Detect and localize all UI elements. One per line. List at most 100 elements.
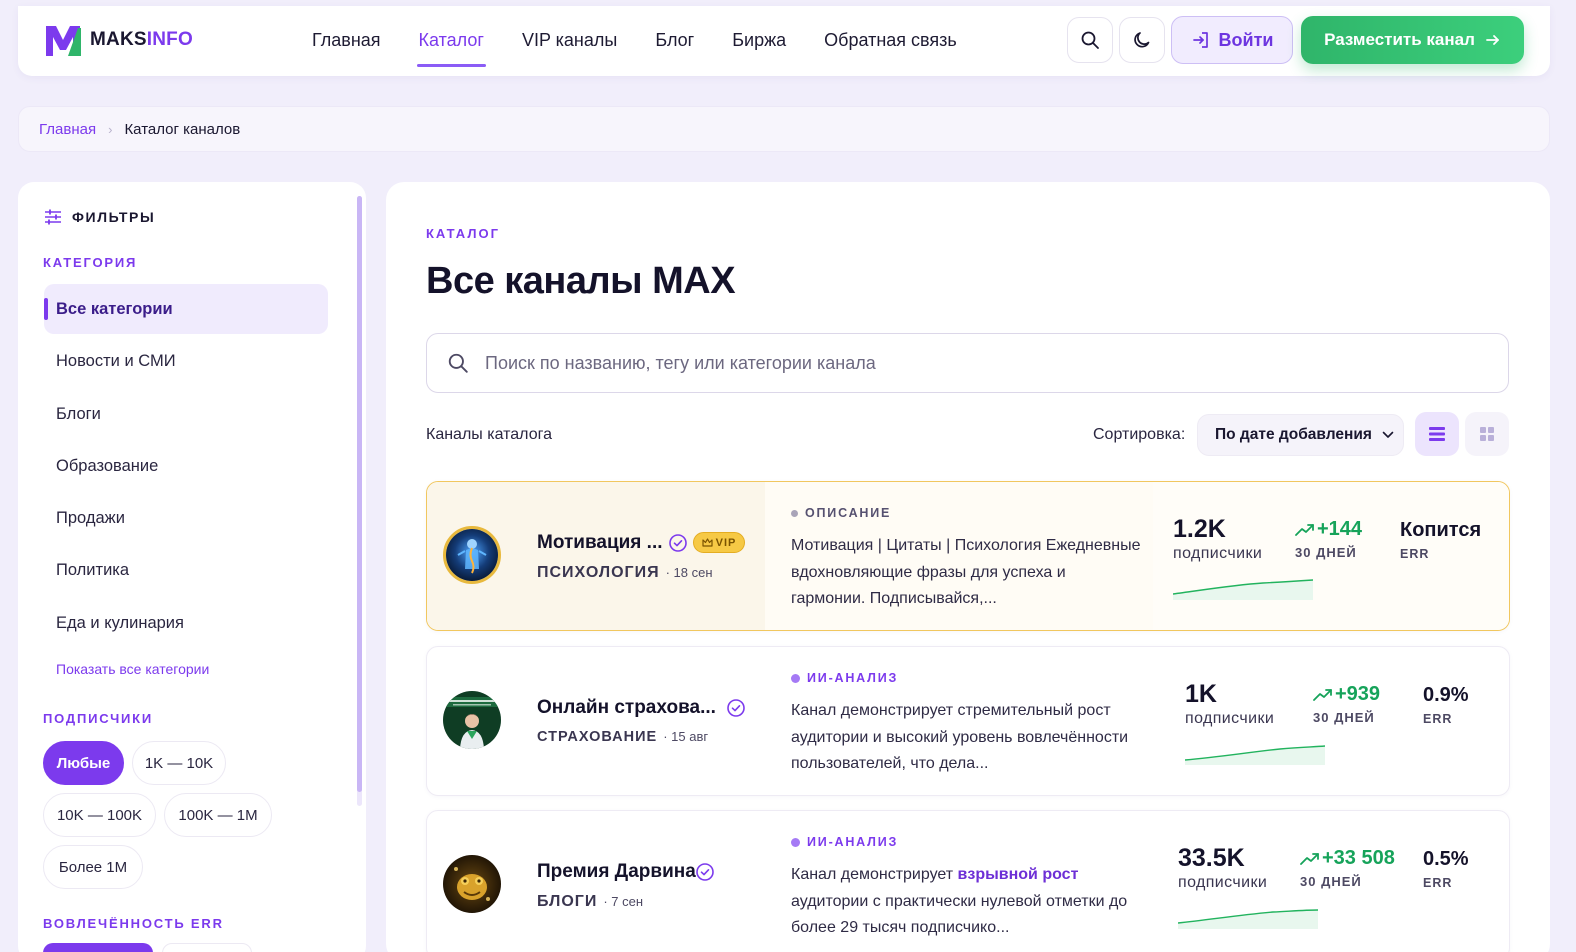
- filters-sidebar: ФИЛЬТРЫ КАТЕГОРИЯ Все категории Новости …: [18, 182, 366, 952]
- engagement-chip-any[interactable]: [43, 943, 153, 952]
- nav-exchange[interactable]: Биржа: [732, 6, 786, 76]
- engagement-section-label: ВОВЛЕЧЁННОСТЬ ERR: [43, 916, 224, 931]
- catalog-search[interactable]: [426, 333, 1509, 393]
- sort-select[interactable]: По дате добавления: [1197, 414, 1404, 456]
- channel-avatar: [443, 855, 501, 913]
- dot-icon: [791, 837, 800, 847]
- nav-catalog[interactable]: Каталог: [416, 6, 487, 76]
- place-channel-button[interactable]: Разместить канал: [1301, 16, 1524, 64]
- nav-home[interactable]: Главная: [312, 6, 381, 76]
- growth-period-label: 30 ДНЕЙ: [1295, 545, 1357, 560]
- growth-sparkline: [1185, 745, 1325, 765]
- verified-icon: [727, 699, 745, 717]
- growth-sparkline: [1178, 909, 1318, 929]
- sort-label: Сортировка:: [1093, 426, 1186, 443]
- logo[interactable]: MAKSINFO: [44, 22, 193, 58]
- breadcrumb: Главная › Каталог каналов: [18, 106, 1550, 152]
- subscribers-chip-1m-plus[interactable]: Более 1M: [43, 845, 143, 889]
- description-highlight: взрывной рост: [957, 866, 1079, 883]
- channel-card[interactable]: Премия Дарвина БЛОГИ · 7 сен ИИ-АНАЛИЗ Ка…: [426, 810, 1510, 952]
- err-value: Копится: [1400, 519, 1482, 541]
- subscribers-section-label: ПОДПИСЧИКИ: [43, 711, 154, 726]
- login-button[interactable]: Войти: [1171, 16, 1293, 64]
- channel-description: ИИ-АНАЛИЗ Канал демонстрирует стремитель…: [765, 647, 1153, 795]
- engagement-chip[interactable]: [162, 943, 252, 952]
- channel-description: ИИ-АНАЛИЗ Канал демонстрирует взрывной р…: [765, 811, 1153, 952]
- subscribers-chip-10k-100k[interactable]: 10K — 100K: [43, 793, 156, 837]
- channel-date: · 7 сен: [603, 894, 644, 909]
- search-icon: [448, 353, 468, 373]
- crown-icon: [702, 538, 713, 547]
- sidebar-scrollbar-thumb[interactable]: [357, 196, 362, 792]
- description-text: Канал демонстрирует взрывной рост аудито…: [791, 866, 1128, 936]
- category-item-all[interactable]: Все категории: [44, 284, 328, 334]
- channel-name[interactable]: Премия Дарвина: [537, 861, 696, 883]
- subscribers-chip-100k-1m[interactable]: 100K — 1M: [164, 793, 272, 837]
- subscribers-value: 33.5K: [1178, 844, 1245, 872]
- growth-value: +939: [1313, 683, 1380, 706]
- channel-name[interactable]: Мотивация ...: [537, 532, 663, 554]
- catalog-main: КАТАЛОГ Все каналы MAX Каналы каталога С…: [386, 182, 1550, 952]
- channel-card[interactable]: Онлайн страхова... СТРАХОВАНИЕ · 15 авг И…: [426, 646, 1510, 796]
- err-label: ERR: [1423, 876, 1453, 890]
- ai-analysis-label: ИИ-АНАЛИЗ: [791, 671, 898, 685]
- channel-category: СТРАХОВАНИЕ · 15 авг: [537, 729, 709, 745]
- category-item-blogs[interactable]: Блоги: [44, 389, 328, 439]
- vip-badge: VIP: [693, 532, 745, 553]
- chevron-right-icon: ›: [108, 121, 113, 137]
- ai-analysis-label: ИИ-АНАЛИЗ: [791, 835, 898, 849]
- subscribers-value: 1K: [1185, 680, 1217, 708]
- channel-info: Мотивация ... VIP ПСИХОЛОГИЯ · 18 сен: [427, 482, 765, 630]
- place-channel-label: Разместить канал: [1324, 30, 1475, 49]
- description-label: ОПИСАНИЕ: [791, 506, 891, 520]
- sort-select-value: По дате добавления: [1215, 426, 1372, 443]
- vip-badge-label: VIP: [715, 536, 737, 549]
- channel-name[interactable]: Онлайн страхова...: [537, 697, 716, 719]
- verified-icon: [696, 863, 714, 881]
- list-view-button[interactable]: [1415, 412, 1459, 456]
- category-item-education[interactable]: Образование: [44, 441, 328, 491]
- subscribers-label: подписчики: [1185, 710, 1275, 727]
- growth-period-label: 30 ДНЕЙ: [1313, 710, 1375, 725]
- show-all-categories-link[interactable]: Показать все категории: [56, 661, 209, 677]
- channel-stats: 1.2K подписчики +144 30 ДНЕЙ Копится ERR: [1153, 482, 1509, 630]
- err-value: 0.5%: [1423, 848, 1469, 870]
- chevron-down-icon: [1382, 431, 1394, 438]
- channel-card[interactable]: Мотивация ... VIP ПСИХОЛОГИЯ · 18 сен ОПИ…: [426, 481, 1510, 631]
- channel-avatar: [443, 691, 501, 749]
- list-label: Каналы каталога: [426, 426, 552, 443]
- trend-up-icon: [1295, 523, 1314, 536]
- breadcrumb-home[interactable]: Главная: [39, 121, 96, 138]
- trend-up-icon: [1300, 852, 1319, 865]
- search-icon: [1081, 31, 1099, 49]
- theme-toggle-button[interactable]: [1119, 17, 1165, 63]
- logo-mark-icon: [46, 26, 81, 56]
- dot-icon: [791, 509, 798, 517]
- nav-vip-channels[interactable]: VIP каналы: [522, 6, 617, 76]
- subscribers-chip-any[interactable]: Любые: [43, 741, 124, 785]
- growth-value: +144: [1295, 518, 1362, 541]
- subscribers-chip-1k-10k[interactable]: 1K — 10K: [132, 741, 226, 785]
- channel-stats: 1K подписчики +939 30 ДНЕЙ 0.9% ERR: [1153, 647, 1509, 795]
- search-input[interactable]: [485, 352, 1445, 374]
- category-item-politics[interactable]: Политика: [44, 545, 328, 595]
- category-item-food[interactable]: Еда и кулинария: [44, 598, 328, 648]
- nav-blog[interactable]: Блог: [655, 6, 694, 76]
- channel-description: ОПИСАНИЕ Мотивация | Цитаты | Психология…: [765, 482, 1153, 630]
- main-nav: Главная Каталог VIP каналы Блог Биржа Об…: [312, 6, 957, 76]
- moon-icon: [1134, 32, 1150, 48]
- err-label: ERR: [1400, 547, 1430, 561]
- category-list: Все категории Новости и СМИ Блоги Образо…: [44, 284, 328, 650]
- arrow-right-icon: [1486, 35, 1499, 45]
- list-view-icon: [1429, 427, 1445, 441]
- header-search-button[interactable]: [1067, 17, 1113, 63]
- category-item-news[interactable]: Новости и СМИ: [44, 336, 328, 386]
- channel-category: ПСИХОЛОГИЯ · 18 сен: [537, 564, 713, 581]
- page-eyebrow: КАТАЛОГ: [426, 226, 500, 241]
- sliders-icon: [45, 209, 61, 225]
- nav-feedback[interactable]: Обратная связь: [824, 6, 957, 76]
- avatar-image: [443, 691, 501, 749]
- category-item-sales[interactable]: Продажи: [44, 493, 328, 543]
- filters-title-label: ФИЛЬТРЫ: [72, 209, 156, 225]
- grid-view-button[interactable]: [1465, 412, 1509, 456]
